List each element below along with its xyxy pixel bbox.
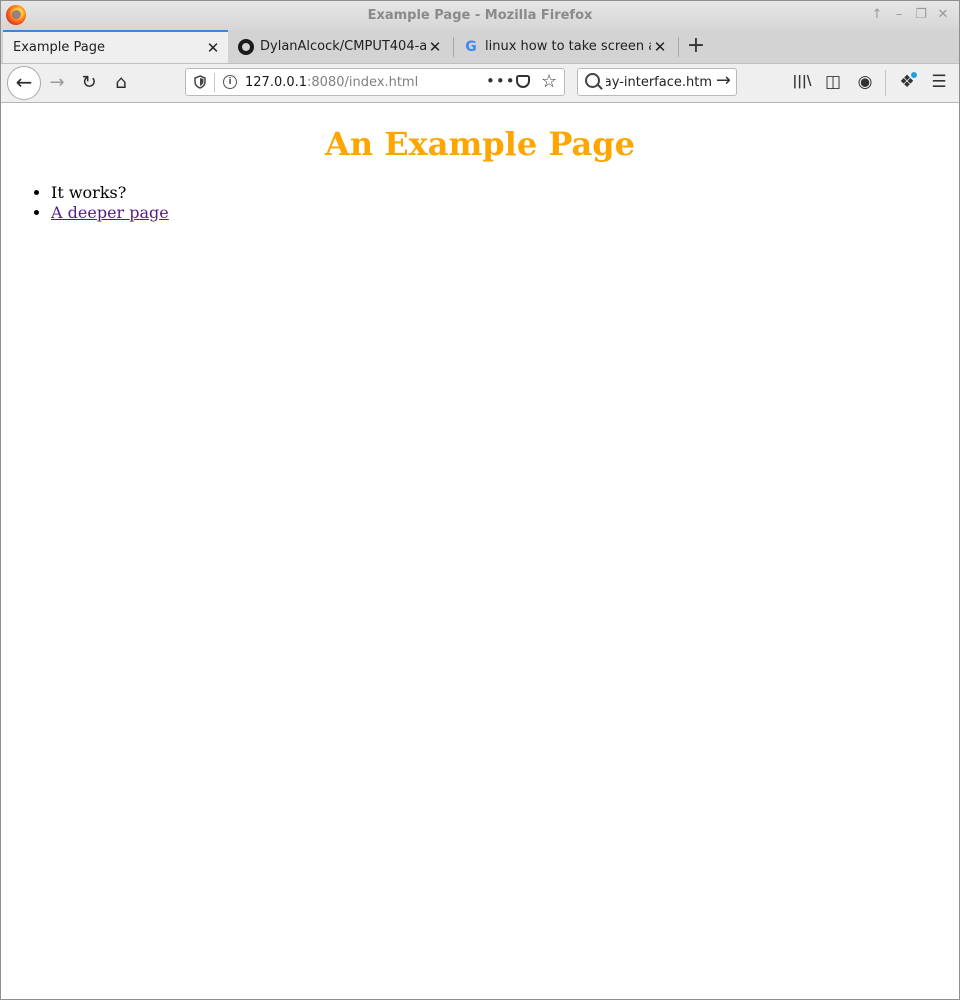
tab-github[interactable]: DylanAlcock/CMPUT404-a ✕: [230, 30, 452, 63]
sidebar-icon[interactable]: ◫: [821, 70, 845, 94]
bookmark-star-icon[interactable]: ☆: [541, 71, 557, 92]
tab-label: Example Page: [13, 40, 106, 55]
browser-window: Example Page - Mozilla Firefox ↑ – ❐ ✕ E…: [0, 0, 960, 1000]
page-content: An Example Page It works? A deeper page: [1, 103, 959, 999]
window-controls: ↑ – ❐ ✕: [869, 6, 951, 24]
google-icon: G: [465, 38, 477, 55]
tab-close-icon[interactable]: ✕: [204, 39, 222, 57]
close-window-button[interactable]: ✕: [935, 6, 951, 24]
tab-strip: Example Page ✕ DylanAlcock/CMPUT404-a ✕ …: [1, 30, 959, 64]
tab-separator: [678, 37, 679, 57]
home-button[interactable]: ⌂: [107, 69, 135, 97]
search-input[interactable]: ay-interface.htm: [606, 75, 712, 90]
list-item: A deeper page: [51, 203, 169, 223]
tab-close-icon[interactable]: ✕: [426, 38, 444, 56]
deeper-page-link[interactable]: A deeper page: [51, 203, 169, 222]
list-item: It works?: [51, 183, 169, 203]
menu-icon[interactable]: ☰: [927, 70, 951, 94]
url-path: :8080/index.html: [307, 75, 419, 90]
reload-button[interactable]: ↻: [75, 69, 103, 97]
page-heading: An Example Page: [325, 125, 635, 163]
keep-above-button[interactable]: ↑: [869, 6, 885, 24]
new-tab-button[interactable]: +: [683, 30, 709, 63]
tab-label: linux how to take screen a: [485, 39, 651, 54]
url-bar[interactable]: i 127.0.0.1:8080/index.html ••• ☆: [185, 68, 565, 96]
search-go-icon[interactable]: →: [716, 70, 731, 91]
window-title: Example Page - Mozilla Firefox: [367, 8, 593, 23]
search-value: ay-interface.htm: [606, 75, 712, 90]
tab-google-search[interactable]: G linux how to take screen a ✕: [455, 30, 677, 63]
minimize-button[interactable]: –: [891, 6, 907, 24]
url-separator: [214, 73, 215, 92]
toolbar-separator: [885, 70, 886, 96]
site-info-icon[interactable]: i: [223, 75, 237, 89]
back-button[interactable]: ←: [7, 66, 41, 100]
search-icon: [585, 73, 600, 88]
tab-close-icon[interactable]: ✕: [651, 38, 669, 56]
tracking-protection-shield-icon[interactable]: [194, 75, 206, 89]
navigation-toolbar: ← → ↻ ⌂ i 127.0.0.1:8080/index.html ••• …: [1, 64, 959, 103]
search-bar[interactable]: ay-interface.htm →: [577, 68, 737, 96]
title-bar: Example Page - Mozilla Firefox ↑ – ❐ ✕: [1, 1, 959, 30]
tab-example-page[interactable]: Example Page ✕: [3, 30, 228, 63]
account-icon[interactable]: ◉: [853, 70, 877, 94]
github-icon: [238, 38, 254, 55]
list-item-text: It works?: [51, 183, 127, 202]
page-actions-more-icon[interactable]: •••: [486, 72, 516, 90]
pocket-icon[interactable]: [516, 75, 530, 88]
extensions-icon[interactable]: ❖: [895, 70, 919, 94]
forward-button[interactable]: →: [43, 69, 71, 97]
maximize-button[interactable]: ❐: [913, 6, 929, 24]
library-icon[interactable]: |||\: [790, 70, 814, 94]
url-host: 127.0.0.1: [245, 75, 308, 90]
page-list: It works? A deeper page: [17, 183, 169, 223]
tab-label: DylanAlcock/CMPUT404-a: [260, 39, 426, 54]
url-text[interactable]: 127.0.0.1:8080/index.html: [245, 75, 418, 90]
notification-badge: [911, 72, 917, 78]
tab-separator: [453, 37, 454, 57]
